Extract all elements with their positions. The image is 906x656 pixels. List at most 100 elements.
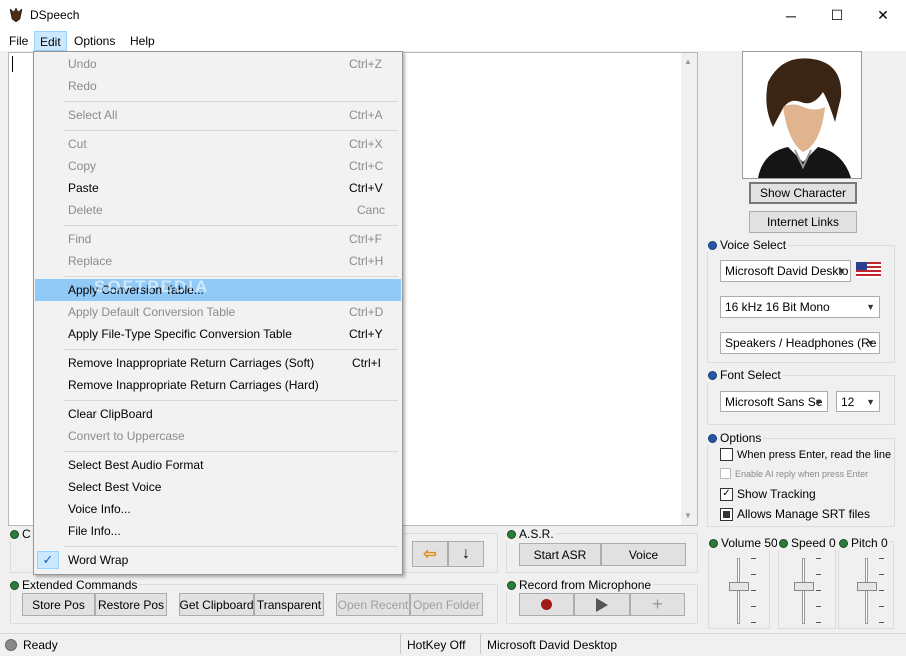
speed-icon — [779, 538, 788, 548]
checkbox[interactable] — [720, 468, 731, 479]
menu-separator — [64, 225, 398, 226]
character-portrait — [742, 51, 862, 179]
menu-remove-returns-hard[interactable]: Remove Inappropriate Return Carriages (H… — [35, 374, 401, 396]
menu-cut[interactable]: Cut Ctrl+X — [35, 133, 401, 155]
menu-delete[interactable]: Delete Canc — [35, 199, 401, 221]
minimize-button[interactable]: ─ — [768, 0, 814, 31]
voice-status: Microsoft David Desktop — [487, 638, 618, 652]
menu-paste[interactable]: Paste Ctrl+V — [35, 177, 401, 199]
voice-combo[interactable]: Microsoft David Deskto ▼ — [720, 260, 851, 282]
menu-redo[interactable]: Redo — [35, 75, 401, 97]
arrow-left-button[interactable]: ⇦ — [412, 541, 448, 567]
option-read-on-enter[interactable]: When press Enter, read the line — [720, 448, 891, 461]
menu-undo[interactable]: Undo Ctrl+Z — [35, 53, 401, 75]
title-bar: DSpeech ─ ☐ ✕ — [0, 0, 906, 31]
option-show-tracking[interactable]: ✓ Show Tracking — [720, 487, 816, 501]
checkbox[interactable] — [720, 448, 733, 461]
status-text: Ready — [23, 638, 58, 652]
menu-best-voice[interactable]: Select Best Voice — [35, 476, 401, 498]
play-button[interactable] — [574, 593, 630, 616]
transparent-button[interactable]: Transparent — [254, 593, 324, 616]
chevron-down-icon: ▼ — [837, 266, 846, 276]
menu-help[interactable]: Help — [125, 31, 160, 51]
show-character-button[interactable]: Show Character — [749, 182, 857, 204]
menu-options[interactable]: Options — [69, 31, 120, 51]
plus-icon: + — [652, 594, 663, 614]
status-divider — [480, 634, 481, 654]
speed-slider[interactable] — [782, 552, 826, 628]
menu-voice-info[interactable]: Voice Info... — [35, 498, 401, 520]
audio-output-value: Speakers / Headphones (Re — [725, 336, 877, 350]
menu-separator — [64, 101, 398, 102]
chevron-down-icon: ▼ — [866, 396, 875, 407]
commands-header: C — [8, 527, 33, 541]
editor-scrollbar[interactable]: ▲ ▼ — [681, 53, 697, 525]
option-manage-srt[interactable]: Allows Manage SRT files — [720, 507, 870, 521]
start-asr-button[interactable]: Start ASR — [519, 543, 601, 566]
menu-copy[interactable]: Copy Ctrl+C — [35, 155, 401, 177]
menu-word-wrap[interactable]: ✓ Word Wrap — [35, 549, 401, 571]
edit-menu-dropdown: Undo Ctrl+Z Redo Select All Ctrl+A Cut Ctrl… — [33, 51, 403, 575]
close-button[interactable]: ✕ — [860, 0, 906, 31]
restore-pos-button[interactable]: Restore Pos — [95, 593, 167, 616]
audio-format-value: 16 kHz 16 Bit Mono — [725, 300, 830, 314]
asr-voice-button[interactable]: Voice — [601, 543, 686, 566]
slider-thumb[interactable] — [857, 582, 877, 591]
pitch-slider[interactable] — [845, 552, 889, 628]
chevron-down-icon: ▼ — [814, 396, 823, 407]
menu-separator — [64, 349, 398, 350]
menu-replace[interactable]: Replace Ctrl+H — [35, 250, 401, 272]
menu-file-info[interactable]: File Info... — [35, 520, 401, 542]
get-clipboard-button[interactable]: Get Clipboard — [179, 593, 254, 616]
menu-best-audio-format[interactable]: Select Best Audio Format — [35, 454, 401, 476]
scroll-up-icon[interactable]: ▲ — [684, 57, 692, 66]
menu-separator — [64, 130, 398, 131]
font-size-combo[interactable]: 12 ▼ — [836, 391, 880, 412]
asr-icon — [507, 529, 516, 539]
character-image — [743, 52, 861, 178]
audio-format-combo[interactable]: 16 kHz 16 Bit Mono ▼ — [720, 296, 880, 318]
app-icon — [9, 7, 23, 23]
checkbox-checked[interactable]: ✓ — [720, 487, 733, 501]
option-ai-reply[interactable]: Enable AI reply when press Enter — [720, 468, 868, 479]
checkbox-checked[interactable] — [720, 507, 733, 521]
menu-apply-conversion-table[interactable]: Apply Conversion Table... — [35, 279, 401, 301]
options-label: Options — [720, 431, 762, 445]
slider-thumb[interactable] — [794, 582, 814, 591]
menu-select-all[interactable]: Select All Ctrl+A — [35, 104, 401, 126]
open-folder-button[interactable]: Open Folder — [410, 593, 483, 616]
slider-thumb[interactable] — [729, 582, 749, 591]
menu-edit[interactable]: Edit — [34, 31, 67, 51]
menu-separator — [64, 400, 398, 401]
arrow-left-icon: ⇦ — [423, 546, 437, 563]
audio-output-combo[interactable]: Speakers / Headphones (Re ▼ — [720, 332, 880, 354]
voice-select-label: Voice Select — [720, 238, 787, 252]
font-select-label: Font Select — [720, 368, 781, 382]
voice-select-icon — [708, 240, 717, 250]
chevron-down-icon: ▼ — [866, 338, 875, 348]
maximize-button[interactable]: ☐ — [814, 0, 860, 31]
menu-convert-uppercase[interactable]: Convert to Uppercase — [35, 425, 401, 447]
menu-apply-default-conversion[interactable]: Apply Default Conversion Table Ctrl+D — [35, 301, 401, 323]
font-select-icon — [708, 370, 717, 380]
store-pos-button[interactable]: Store Pos — [22, 593, 95, 616]
font-select-header: Font Select — [706, 368, 783, 382]
menu-clear-clipboard[interactable]: Clear ClipBoard — [35, 403, 401, 425]
scroll-down-icon[interactable]: ▼ — [684, 511, 692, 520]
volume-slider[interactable] — [717, 552, 761, 628]
add-button[interactable]: + — [630, 593, 685, 616]
status-divider — [400, 634, 401, 654]
menu-remove-returns-soft[interactable]: Remove Inappropriate Return Carriages (S… — [35, 352, 401, 374]
volume-header: Volume 50 — [707, 536, 780, 550]
font-value: Microsoft Sans Se — [725, 394, 823, 409]
record-button[interactable] — [519, 593, 574, 616]
open-recent-button[interactable]: Open Recent — [336, 593, 410, 616]
menu-apply-filetype-conversion[interactable]: Apply File-Type Specific Conversion Tabl… — [35, 323, 401, 345]
menu-file[interactable]: File — [4, 31, 33, 51]
arrow-down-button[interactable]: ↓ — [448, 541, 484, 567]
font-combo[interactable]: Microsoft Sans Se ▼ — [720, 391, 828, 412]
menu-find[interactable]: Find Ctrl+F — [35, 228, 401, 250]
volume-icon — [709, 538, 718, 548]
internet-links-button[interactable]: Internet Links — [749, 211, 857, 233]
window-title: DSpeech — [30, 8, 80, 22]
